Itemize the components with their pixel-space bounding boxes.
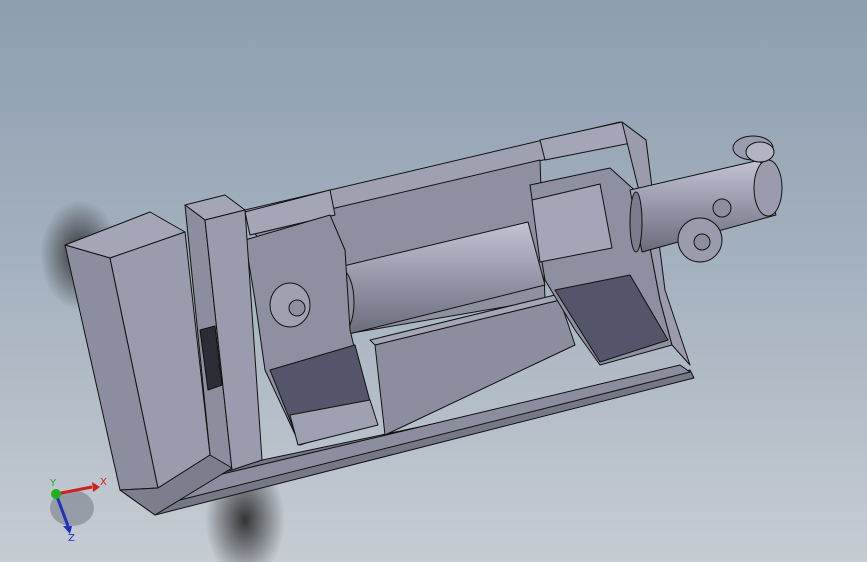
triad-y-axis-dot [51,489,61,499]
handle-knob-bottom-hole[interactable] [693,233,711,251]
handle-knob-top-cap[interactable] [745,141,775,163]
triad-x-arrow [92,482,100,492]
handle-shaft-ring[interactable] [629,191,643,253]
jaw-bolt-hole[interactable] [288,299,306,317]
vise-model[interactable] [64,121,783,516]
view-triad[interactable]: X Y Z [49,477,107,544]
model-canvas[interactable]: X Y Z [0,0,867,562]
handle-pin[interactable] [712,198,732,218]
triad-x-label: X [100,477,107,488]
triad-y-label: Y [49,478,57,489]
handle-shaft-end[interactable] [753,159,783,217]
triad-z-label: Z [68,533,75,544]
graphics-viewport[interactable]: X Y Z [0,0,867,562]
